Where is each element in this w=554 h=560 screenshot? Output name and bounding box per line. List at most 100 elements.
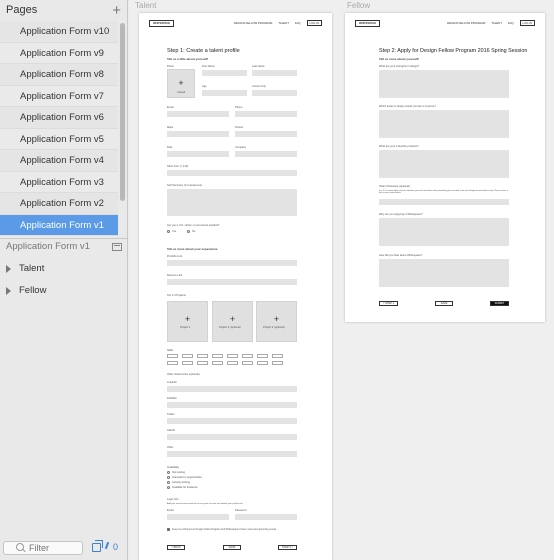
last-name-label: Last Name: [252, 65, 265, 68]
canvas[interactable]: Talent Fellow WHITESPACE DESIGN FELLOW P…: [129, 0, 554, 560]
step-2-button: STEP 2 >: [278, 545, 297, 550]
project-3-box: + Project 3 (optional): [256, 301, 297, 342]
talent-subheading: Tell us a little about yourself!: [167, 57, 209, 61]
step-1-button: < STEP 1: [379, 301, 398, 306]
artboard-label-fellow[interactable]: Fellow: [347, 1, 370, 10]
skill-chip: [182, 361, 193, 365]
availability-label: Availability: [167, 466, 180, 469]
search-icon: [16, 543, 26, 553]
page-item-v7[interactable]: Application Form v7: [0, 85, 118, 107]
plus-icon: +: [273, 314, 280, 324]
page-list: Application Form v10 Application Form v9…: [0, 21, 118, 236]
email-field: [167, 111, 229, 117]
nav-faq: FAQ: [294, 21, 301, 25]
page-item-v6[interactable]: Application Form v6: [0, 107, 118, 129]
submit-button: SUBMIT: [490, 301, 509, 306]
other-social-label: Other Social Links (optional): [167, 373, 200, 376]
back-button: < BACK: [167, 545, 185, 550]
plus-icon: +: [178, 78, 184, 88]
fellow-heading: Step 2: Apply for Design Fellow Program …: [379, 48, 528, 54]
artboard-label-talent[interactable]: Talent: [135, 1, 156, 10]
disclosure-triangle-icon[interactable]: [6, 264, 11, 273]
skill-chip: [197, 361, 208, 365]
brush-icon[interactable]: [104, 542, 110, 552]
portfolio-field: [167, 260, 297, 266]
question-5-label: Why are you applying to Whitespace?: [379, 213, 423, 216]
skill-chip: [257, 361, 268, 365]
experience-heading: Tell us more about your experience.: [167, 247, 219, 251]
layer-item-fellow[interactable]: Fellow: [6, 285, 46, 296]
save-button: SAVE: [223, 545, 241, 550]
short-intro-label: Short Intro (< 140): [167, 165, 189, 168]
sidebar-footer-icons: 0: [92, 539, 119, 552]
filter-input[interactable]: [29, 543, 79, 553]
nav-login: LOG IN: [519, 20, 535, 26]
keep-informed-label: Keep me informed on Design Fellow Progra…: [172, 528, 277, 531]
skill-chip: [167, 361, 178, 365]
nav-program: DESIGN FELLOW PROGRAM: [447, 21, 486, 25]
skill-chip: [242, 354, 253, 358]
radio-no-label: No: [192, 230, 196, 233]
filter-field[interactable]: [3, 541, 83, 555]
panel-divider[interactable]: [0, 238, 128, 239]
nav-program: DESIGN FELLOW PROGRAM: [234, 21, 273, 25]
layer-label-fellow: Fellow: [19, 285, 47, 296]
skill-chip: [227, 354, 238, 358]
availability-radio: [167, 481, 170, 484]
password-label: Password: [235, 509, 247, 512]
disclosure-triangle-icon[interactable]: [6, 286, 11, 295]
other-field: [167, 451, 297, 457]
page-list-scrollbar[interactable]: [119, 21, 126, 236]
page-item-v4[interactable]: Application Form v4: [0, 150, 118, 172]
availability-option: Available for freelance: [172, 486, 198, 489]
photo-upload-box: + Upload: [167, 69, 195, 98]
phone-label: Phone: [235, 106, 243, 109]
login-email-field: [167, 514, 229, 520]
current-city-field: [252, 90, 297, 96]
current-page-title: Application Form v1: [6, 241, 90, 252]
project-2-label: Project 2 (optional): [219, 326, 241, 329]
page-item-v9[interactable]: Application Form v9: [0, 42, 118, 64]
collapse-layers-icon[interactable]: [112, 242, 122, 251]
pages-header: Pages +: [0, 0, 127, 20]
layer-item-talent[interactable]: Talent: [6, 263, 44, 274]
first-name-label: First Name: [202, 65, 215, 68]
nav-talent: TALENT: [278, 21, 289, 25]
add-page-icon[interactable]: +: [112, 3, 121, 18]
page-item-v5[interactable]: Application Form v5: [0, 128, 118, 150]
page-item-v3[interactable]: Application Form v3: [0, 171, 118, 193]
page-item-v2[interactable]: Application Form v2: [0, 193, 118, 215]
question-6-label: How did you hear about Whitespace?: [379, 254, 423, 257]
twitter-field: [167, 418, 297, 424]
resume-field: [167, 279, 297, 285]
photo-label: Photo: [167, 65, 174, 68]
radio-no: [187, 230, 190, 233]
logo: WHITESPACE: [149, 19, 175, 27]
artboard-talent[interactable]: WHITESPACE DESIGN FELLOW PROGRAM TALENT …: [139, 13, 332, 560]
layer-label-talent: Talent: [19, 263, 45, 274]
role-field: [167, 151, 229, 157]
projects-heading: Top 1-3 Projects: [167, 294, 186, 297]
short-intro-field: [167, 170, 297, 176]
first-name-field: [202, 70, 247, 76]
email-label: Email: [167, 106, 174, 109]
school-field: [235, 131, 297, 137]
skill-chip: [272, 354, 283, 358]
badge-count: 0: [113, 542, 119, 552]
keep-informed-checkbox: [167, 528, 170, 531]
question-1-label: What are your strengths in design?: [379, 65, 420, 68]
skill-chip: [197, 354, 208, 358]
skill-chip: [272, 361, 283, 365]
page-item-v1-selected[interactable]: Application Form v1: [0, 214, 118, 236]
copy-icon[interactable]: [92, 539, 103, 552]
twitter-label: Twitter: [167, 413, 175, 416]
scrollbar-thumb[interactable]: [120, 23, 125, 201]
page-item-v8[interactable]: Application Form v8: [0, 64, 118, 86]
artboard-fellow[interactable]: WHITESPACE DESIGN FELLOW PROGRAM TALENT …: [345, 13, 545, 322]
plus-icon: +: [184, 314, 191, 324]
skill-chip: [242, 361, 253, 365]
page-item-v10[interactable]: Application Form v10: [0, 21, 118, 43]
resume-label: Resume Link: [167, 274, 183, 277]
major-label: Major: [167, 126, 174, 129]
major-field: [167, 131, 229, 137]
